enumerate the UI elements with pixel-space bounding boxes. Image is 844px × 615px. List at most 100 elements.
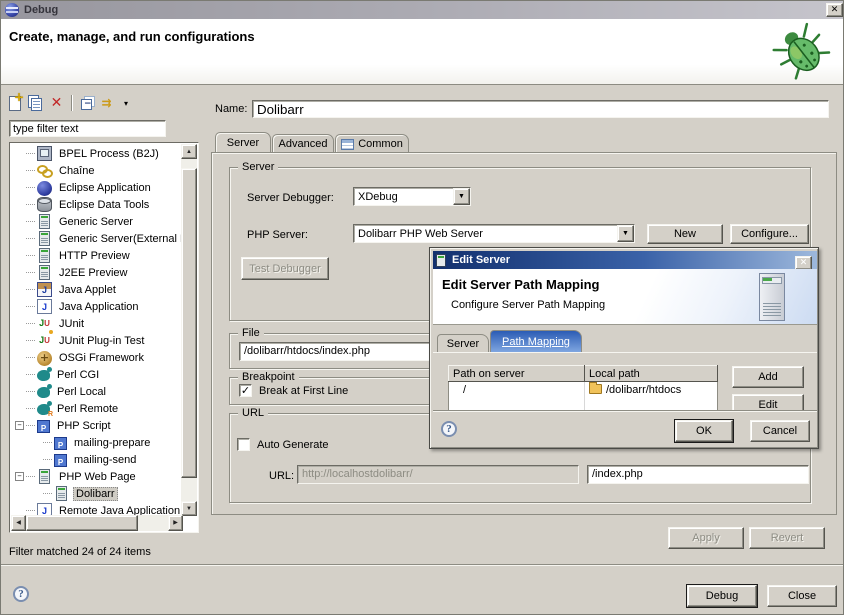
eclipse-logo-icon [5, 3, 19, 17]
dialog-tab-path-mapping[interactable]: Path Mapping [490, 330, 582, 352]
server-icon [39, 265, 50, 280]
expander-minus-icon[interactable]: − [15, 421, 24, 430]
tree-item-mailing-prepare[interactable]: mailing-prepare [11, 434, 181, 451]
tree-item-php-web-page[interactable]: −PHP Web Page [11, 468, 181, 485]
tree-item-mailing-send[interactable]: mailing-send [11, 451, 181, 468]
help-icon[interactable]: ? [13, 586, 29, 602]
dialog-tab-server[interactable]: Server [437, 334, 489, 352]
dialog-titlebar[interactable]: Edit Server ✕ [433, 251, 817, 269]
horizontal-scroll-thumb[interactable] [26, 515, 138, 531]
tree-item-label: Generic Server [56, 215, 136, 229]
tree-item-junit-plug-in-test[interactable]: JUnit Plug-in Test [11, 332, 181, 349]
close-button[interactable]: Close [767, 585, 837, 607]
scroll-right-icon[interactable]: ▶ [168, 515, 183, 531]
tab-advanced[interactable]: Advanced [272, 134, 334, 153]
bug-icon [771, 21, 833, 83]
window-titlebar[interactable]: Debug ✕ [1, 1, 844, 19]
tree-item-java-applet[interactable]: Java Applet [11, 281, 181, 298]
tree-vertical-scrollbar[interactable]: ▲ ▼ [181, 144, 197, 516]
tree-item-http-preview[interactable]: HTTP Preview [11, 247, 181, 264]
tree-item-j2ee-preview[interactable]: J2EE Preview [11, 264, 181, 281]
php-server-combo[interactable]: Dolibarr PHP Web Server ▼ [353, 224, 635, 243]
filter-icon[interactable]: ⇉ [98, 95, 115, 112]
auto-generate-checkbox[interactable] [237, 438, 250, 451]
server-debugger-combo[interactable]: XDebug ▼ [353, 187, 471, 206]
name-input[interactable] [252, 100, 829, 118]
chevron-down-icon[interactable]: ▼ [617, 225, 634, 242]
name-label: Name: [215, 103, 247, 115]
tree-item-label: Perl CGI [54, 368, 102, 382]
tree-item-junit[interactable]: JUnit [11, 315, 181, 332]
tree-item-java-application[interactable]: Java Application [11, 298, 181, 315]
tab-server[interactable]: Server [215, 132, 271, 153]
tree-guide-line [26, 357, 35, 358]
column-path-on-server[interactable]: Path on server [449, 366, 585, 382]
php-icon [37, 420, 50, 433]
dialog-help-icon[interactable]: ? [441, 421, 457, 437]
tree-item-label: J2EE Preview [56, 266, 130, 280]
server-icon [39, 214, 50, 229]
scroll-left-icon[interactable]: ◀ [11, 515, 26, 531]
duplicate-icon[interactable] [31, 98, 42, 111]
chevron-down-icon[interactable]: ▼ [453, 188, 470, 205]
add-mapping-button[interactable]: Add [732, 366, 804, 388]
configure-button[interactable]: Configure... [730, 224, 809, 244]
filter-input[interactable] [9, 120, 166, 137]
server-icon [56, 486, 67, 501]
edit-button-label: Edit [759, 399, 778, 410]
configurations-tree[interactable]: BPEL Process (B2J)ChaîneEclipse Applicat… [9, 142, 199, 533]
dialog-close-icon[interactable]: ✕ [795, 256, 812, 270]
test-debugger-button[interactable]: Test Debugger [241, 257, 329, 280]
tree-item-remote-java-application[interactable]: Remote Java Application [11, 502, 181, 516]
tree-guide-line [26, 221, 35, 222]
tree-item-label: Eclipse Data Tools [56, 198, 152, 212]
tree-item-php-script[interactable]: −PHP Script [11, 417, 181, 434]
delete-icon[interactable]: ✕ [48, 95, 65, 112]
new-configuration-icon[interactable] [9, 96, 21, 111]
break-first-line-checkbox[interactable]: ✓ [239, 384, 252, 397]
tree-item-generic-server[interactable]: Generic Server [11, 213, 181, 230]
tree-item-eclipse-data-tools[interactable]: Eclipse Data Tools [11, 196, 181, 213]
dialog-title: Edit Server [452, 254, 510, 266]
test-debugger-button-label: Test Debugger [249, 263, 321, 275]
cell-path-on-server[interactable]: / [449, 382, 585, 399]
ok-button[interactable]: OK [675, 420, 733, 442]
path-mapping-rows: //dolibarr/htdocs [449, 382, 718, 411]
filter-menu-caret-icon[interactable]: ▾ [121, 95, 131, 112]
expander-minus-icon[interactable]: − [15, 472, 24, 481]
revert-button[interactable]: Revert [749, 527, 825, 549]
tree-item-perl-cgi[interactable]: Perl CGI [11, 366, 181, 383]
tree-item-label: Java Applet [56, 283, 119, 297]
tree-item-perl-local[interactable]: Perl Local [11, 383, 181, 400]
toolbar-separator [71, 95, 72, 111]
tree-item-eclipse-application[interactable]: Eclipse Application [11, 179, 181, 196]
column-local-path[interactable]: Local path [585, 366, 718, 382]
tree-item-generic-server-external-la[interactable]: Generic Server(External La [11, 230, 181, 247]
edit-mapping-button[interactable]: Edit [732, 394, 804, 410]
tab-common[interactable]: Common [335, 134, 409, 153]
tree-item-bpel-process-b2j-[interactable]: BPEL Process (B2J) [11, 145, 181, 162]
collapse-all-icon[interactable] [81, 99, 92, 110]
tree-item-label: Java Application [56, 300, 142, 314]
scroll-down-icon[interactable]: ▼ [181, 501, 197, 516]
url-path-input[interactable]: /index.php [587, 465, 809, 484]
cancel-button[interactable]: Cancel [750, 420, 810, 442]
dialog-subheading: Configure Server Path Mapping [451, 299, 605, 311]
junit-icon [37, 316, 52, 331]
debug-button[interactable]: Debug [687, 585, 757, 607]
edit-server-dialog: Edit Server ✕ Edit Server Path Mapping C… [429, 247, 819, 449]
cell-local-path[interactable]: /dolibarr/htdocs [585, 382, 718, 399]
vertical-scroll-thumb[interactable] [181, 168, 197, 478]
url-base-input: http://localhostdolibarr/ [297, 465, 579, 484]
tree-item-cha-ne[interactable]: Chaîne [11, 162, 181, 179]
window-close-icon[interactable]: ✕ [826, 3, 843, 17]
tree-item-osgi-framework[interactable]: OSGi Framework [11, 349, 181, 366]
tree-horizontal-scrollbar[interactable]: ◀ ▶ [11, 515, 183, 531]
path-mapping-table[interactable]: Path on server Local path //dolibarr/htd… [448, 365, 718, 410]
tree-item-dolibarr[interactable]: Dolibarr [11, 485, 181, 502]
scroll-up-icon[interactable]: ▲ [181, 144, 197, 159]
new-server-button[interactable]: New [647, 224, 723, 244]
tree-item-perl-remote[interactable]: Perl Remote [11, 400, 181, 417]
table-row[interactable]: //dolibarr/htdocs [449, 382, 718, 399]
apply-button[interactable]: Apply [668, 527, 744, 549]
